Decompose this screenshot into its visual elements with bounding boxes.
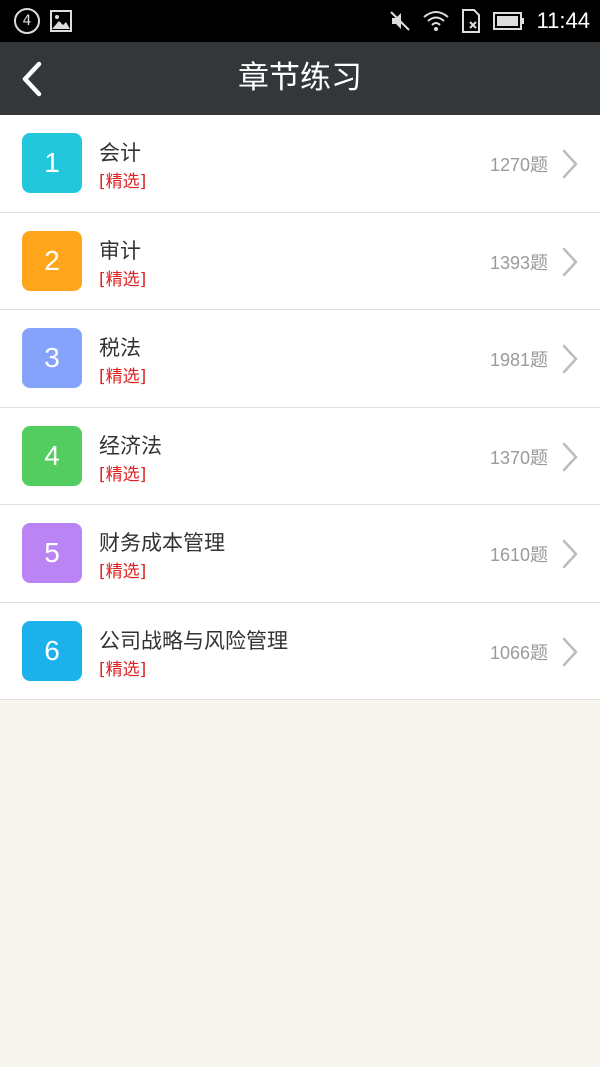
item-tag: [精选]: [99, 367, 147, 387]
item-number-badge: 2: [22, 230, 82, 291]
back-button[interactable]: [10, 52, 54, 106]
item-number-badge: 4: [22, 425, 82, 486]
status-bar-right: 11:44: [389, 8, 590, 34]
battery-icon: [492, 12, 524, 30]
list-item[interactable]: 5 财务成本管理 [精选] 1610题: [0, 505, 600, 603]
chevron-right-icon: [562, 149, 578, 179]
mute-icon: [389, 11, 410, 31]
item-count: 1066题: [489, 642, 548, 663]
item-title: 经济法: [99, 433, 162, 458]
status-time: 11:44: [536, 8, 590, 33]
item-tag: [精选]: [99, 562, 147, 582]
item-number-badge: 1: [22, 133, 82, 193]
chevron-right-icon: [562, 637, 578, 666]
list-item[interactable]: 2 审计 [精选] 1393题: [0, 213, 600, 310]
item-count: 1270题: [489, 155, 548, 175]
image-icon: [50, 10, 72, 32]
item-number-badge: 5: [22, 523, 82, 583]
nav-bar: 章节练习: [0, 42, 600, 115]
chevron-right-icon: [562, 539, 578, 569]
item-number-badge: 6: [22, 620, 82, 681]
notification-badge-icon: 4: [14, 8, 40, 34]
item-count: 1981题: [489, 350, 548, 370]
chevron-right-icon: [562, 247, 578, 276]
item-tag: [精选]: [99, 464, 147, 485]
item-tag: [精选]: [99, 659, 147, 680]
page-title: 章节练习: [238, 60, 362, 96]
item-count: 1610题: [489, 545, 548, 565]
item-count: 1370题: [489, 447, 548, 468]
item-tag: [精选]: [99, 269, 147, 290]
chevron-left-icon: [22, 61, 42, 97]
sim-icon: [461, 9, 480, 33]
item-title: 审计: [99, 238, 141, 263]
chapter-list: 1 会计 [精选] 1270题 2 审计 [精选] 1393题 3 税法 [精选…: [0, 115, 600, 700]
list-item[interactable]: 1 会计 [精选] 1270题: [0, 115, 600, 213]
item-count: 1393题: [489, 252, 548, 273]
chevron-right-icon: [562, 442, 578, 471]
list-item[interactable]: 4 经济法 [精选] 1370题: [0, 408, 600, 505]
status-bar-left: 4: [14, 8, 72, 34]
status-bar: 4 11:44: [0, 0, 600, 42]
list-item[interactable]: 3 税法 [精选] 1981题: [0, 310, 600, 408]
wifi-icon: [422, 11, 449, 31]
item-title: 公司战略与风险管理: [99, 628, 288, 653]
list-item[interactable]: 6 公司战略与风险管理 [精选] 1066题: [0, 603, 600, 700]
chevron-right-icon: [562, 344, 578, 374]
item-tag: [精选]: [99, 172, 147, 192]
item-title: 税法: [99, 336, 141, 360]
item-number-badge: 3: [22, 328, 82, 388]
item-title: 财务成本管理: [99, 531, 225, 555]
item-title: 会计: [99, 141, 141, 165]
